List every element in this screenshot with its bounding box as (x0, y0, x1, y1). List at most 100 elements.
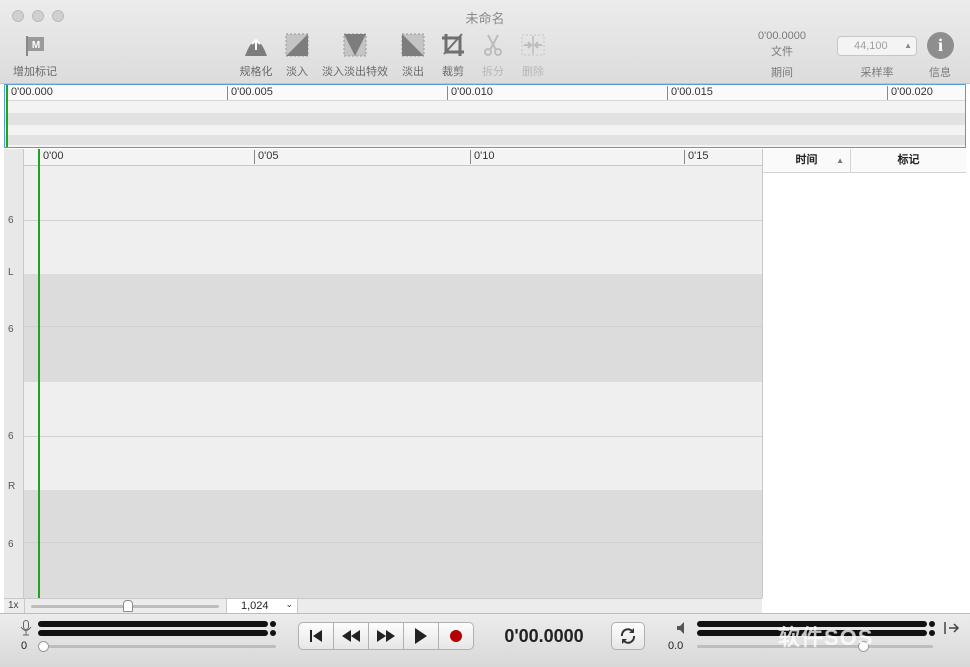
add-marker-button[interactable]: M 增加标记 (10, 32, 60, 79)
duration-label: 期间 (771, 67, 793, 79)
timeline-tick-label: 0'15 (684, 150, 708, 164)
window-title: 未命名 (465, 11, 505, 26)
output-clip-right (929, 630, 935, 636)
add-marker-label: 增加标记 (13, 66, 57, 78)
sample-rate-value: 44,100 (854, 40, 888, 52)
left-channel-lower (24, 274, 762, 382)
time-display: 0'00.0000 (504, 626, 584, 646)
overview-strip[interactable]: 0'00.000 0'00.005 0'00.010 0'00.015 0'00… (4, 84, 966, 148)
output-level-value: 0.0 (668, 640, 684, 652)
rewind-icon (342, 630, 360, 642)
timeline-tick-label: 0'10 (470, 150, 494, 164)
channel-scale: 6 L 6 6 R 6 (4, 149, 24, 598)
file-label: 文件 (771, 46, 793, 58)
fade-in-icon (285, 33, 309, 57)
loop-icon (620, 628, 636, 644)
zoom-level-label: 1x (8, 600, 19, 611)
scale-label: 6 (8, 539, 14, 550)
output-route-icon[interactable] (944, 621, 960, 635)
gridline (24, 436, 762, 437)
info-icon: i (937, 35, 943, 55)
delete-selection-icon (521, 34, 545, 56)
toolbar: 未命名 M 增加标记 规格化 淡入 淡入淡出特效 淡出 裁剪 拆分 删除 0'0… (0, 0, 970, 84)
split-button[interactable]: 拆分 (478, 32, 508, 79)
play-button[interactable] (403, 622, 439, 650)
chevron-down-icon: ⌄ (285, 599, 293, 609)
file-time-value: 0'00.0000 (758, 30, 806, 42)
fade-out-label: 淡出 (402, 66, 424, 78)
markers-header: 时间 ▲ 标记 (763, 149, 966, 173)
overview-channel-band (5, 113, 965, 125)
delete-label: 删除 (522, 66, 544, 78)
channel-label-left: L (8, 267, 14, 278)
input-meter-left (38, 621, 268, 627)
split-label: 拆分 (482, 66, 504, 78)
samples-per-pixel-select[interactable]: 1,024 ⌄ (226, 599, 298, 613)
channel-label-right: R (8, 481, 16, 492)
overview-tick-label: 0'00.000 (7, 86, 53, 100)
overview-playhead[interactable] (6, 85, 8, 147)
stepper-arrows-icon: ▲ (904, 41, 912, 50)
info-label: 信息 (929, 67, 951, 79)
column-marker-label: 标记 (897, 154, 920, 166)
fast-forward-button[interactable] (368, 622, 404, 650)
input-gain-knob[interactable] (38, 641, 49, 652)
crossfade-icon (343, 33, 367, 57)
timeline-ruler[interactable]: 0'00 0'05 0'10 0'15 (24, 149, 762, 166)
microphone-icon (20, 620, 32, 636)
speaker-icon (677, 622, 684, 634)
fade-in-button[interactable]: 淡入 (282, 32, 312, 79)
normalize-button[interactable]: 规格化 (236, 32, 276, 79)
samples-value: 1,024 (241, 600, 269, 612)
fade-in-label: 淡入 (286, 66, 308, 78)
overview-tick-label: 0'00.010 (447, 86, 493, 100)
scale-label: 6 (8, 215, 14, 226)
crossfade-button[interactable]: 淡入淡出特效 (320, 32, 390, 79)
fast-forward-icon (377, 630, 395, 642)
zoom-slider-knob[interactable] (123, 600, 133, 612)
input-level-value: 0 (21, 640, 28, 652)
column-header-marker[interactable]: 标记 (851, 149, 966, 172)
playhead[interactable] (38, 149, 40, 598)
gridline (24, 220, 762, 221)
sample-rate-label: 采样率 (860, 67, 894, 79)
rewind-button[interactable] (333, 622, 369, 650)
zoom-bar: 1x 1,024 ⌄ (4, 598, 762, 613)
crop-icon (442, 33, 464, 56)
overview-tick-label: 0'00.020 (887, 86, 933, 100)
loop-button[interactable] (611, 622, 645, 650)
scale-label: 6 (8, 324, 14, 335)
scale-label: 6 (8, 431, 14, 442)
svg-text:M: M (32, 40, 40, 51)
overview-channel-band (5, 135, 965, 145)
go-to-start-button[interactable] (298, 622, 334, 650)
right-channel-lower (24, 490, 762, 598)
gridline (24, 542, 762, 543)
transport-bar: 0 0'00.0000 0.0 软件SOS (0, 613, 970, 667)
sample-rate-select[interactable]: 44,100 ▲ (837, 36, 917, 56)
timeline-tick-label: 0'05 (254, 150, 278, 164)
delete-button[interactable]: 删除 (518, 32, 548, 79)
zoom-slider[interactable] (24, 599, 226, 613)
input-clip-right (270, 630, 276, 636)
output-clip-left (929, 621, 935, 627)
column-time-label: 时间 (795, 154, 818, 166)
scissors-icon (484, 34, 502, 56)
column-header-time[interactable]: 时间 ▲ (763, 149, 851, 172)
crop-button[interactable]: 裁剪 (438, 32, 468, 79)
record-button[interactable] (438, 622, 474, 650)
chevron-up-icon: ▲ (836, 156, 844, 165)
crop-label: 裁剪 (442, 66, 464, 78)
info-button[interactable]: i (927, 32, 954, 59)
record-icon (450, 630, 462, 642)
overview-ruler: 0'00.000 0'00.005 0'00.010 0'00.015 0'00… (5, 85, 965, 101)
input-meter-right (38, 630, 268, 636)
skip-to-start-icon (310, 630, 322, 642)
normalize-label: 规格化 (239, 66, 273, 78)
overview-tick-label: 0'00.005 (227, 86, 273, 100)
overview-tick-label: 0'00.015 (667, 86, 713, 100)
fade-out-button[interactable]: 淡出 (398, 32, 428, 79)
file-time-display: 0'00.0000 文件 (748, 30, 816, 59)
timeline-tick-label: 0'00 (39, 150, 63, 164)
watermark: 软件SOS (778, 625, 874, 650)
